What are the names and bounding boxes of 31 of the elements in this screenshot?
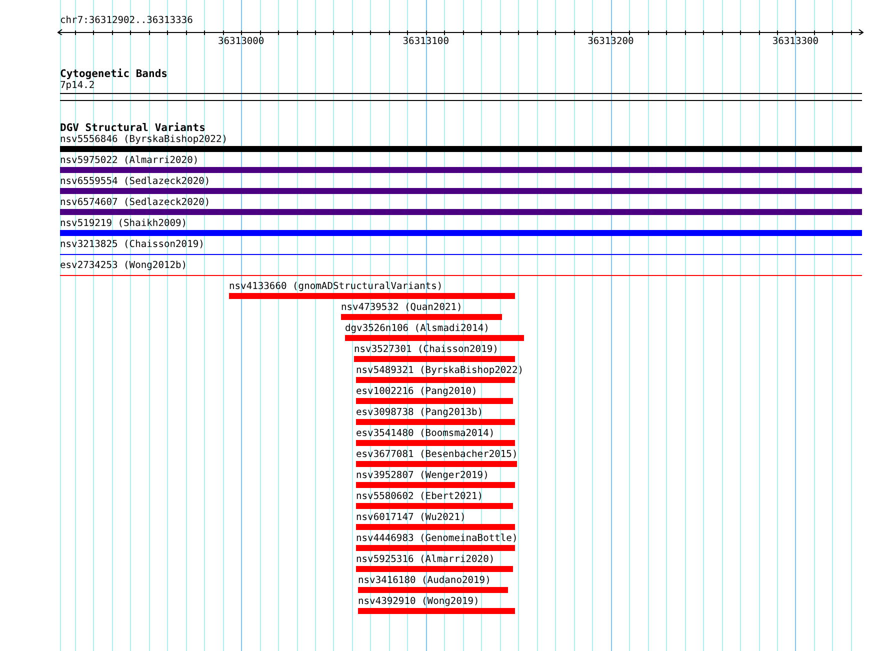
variant-label: esv1002216 (Pang2010) [356,386,478,398]
variant-label: nsv4446983 (GenomeinaBottle) [356,533,518,545]
tick-label: 36313000 [218,36,264,47]
variant-label: nsv4392910 (Wong2019) [358,596,480,608]
variant-label: nsv6017147 (Wu2021) [356,512,466,524]
variant-label: nsv5925316 (Almarri2020) [356,554,495,566]
variant-label: nsv5489321 (ByrskaBishop2022) [356,365,524,377]
variant-label: nsv3213825 (Chaisson2019) [60,239,204,251]
variant-label: esv3677081 (Besenbacher2015) [356,449,518,461]
variant-label: nsv6559554 (Sedlazeck2020) [60,176,210,188]
variant-label: dgv3526n106 (Alsmadi2014) [345,323,490,335]
track-title: DGV Structural Variants [60,122,206,134]
tick-label: 36313300 [772,36,819,47]
track-title: Cytogenetic Bands [60,68,168,80]
tick-label: 36313200 [588,36,634,47]
variant-label: nsv6574607 (Sedlazeck2020) [60,197,210,209]
variant-label: nsv3527301 (Chaisson2019) [354,344,498,356]
variant-label: nsv4133660 (gnomADStructuralVariants) [229,281,443,293]
variant-label: esv3098738 (Pang2013b) [356,407,484,419]
variant-label: esv3541480 (Boomsma2014) [356,428,495,440]
band-label: 7p14.2 [60,80,95,92]
tick-label: 36313100 [402,36,449,47]
variant-label: nsv5580602 (Ebert2021) [356,491,484,503]
variant-label: nsv3952807 (Wenger2019) [356,470,489,482]
variant-label: nsv3416180 (Audano2019) [358,575,491,587]
location-label: chr7:36312902..36313336 [60,15,193,27]
variant-label: esv2734253 (Wong2012b) [60,260,188,272]
variant-label: nsv5556846 (ByrskaBishop2022) [60,134,228,146]
variant-label: nsv5975022 (Almarri2020) [60,155,199,167]
variant-label: nsv519219 (Shaikh2009) [60,218,188,230]
variant-label: nsv4739532 (Quan2021) [341,302,462,314]
